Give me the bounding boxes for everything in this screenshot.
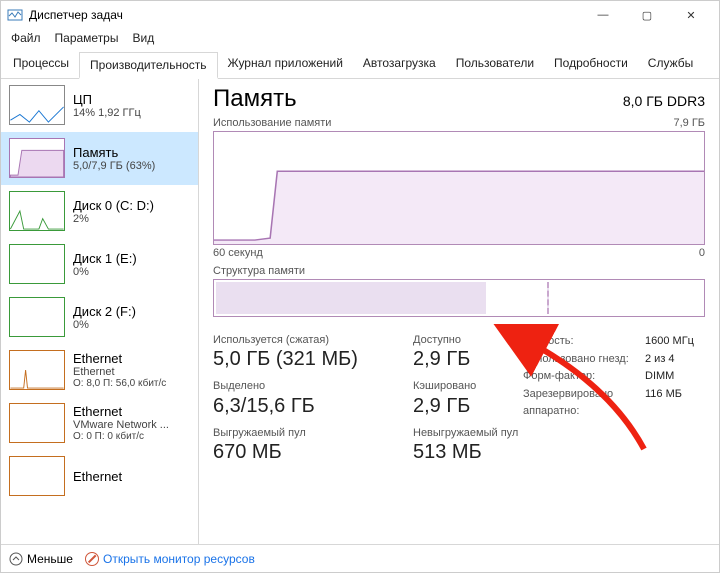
memory-composition-chart xyxy=(213,279,705,317)
cached-value: 2,9 ГБ xyxy=(413,395,523,418)
sidebar-item-label: Диск 1 (E:) xyxy=(73,251,137,266)
sidebar-item-disk2[interactable]: Диск 2 (F:)0% xyxy=(1,291,198,344)
hwreserved-label: Зарезервировано аппаратно: xyxy=(523,386,645,421)
sidebar-item-disk0[interactable]: Диск 0 (C: D:)2% xyxy=(1,185,198,238)
menu-params[interactable]: Параметры xyxy=(55,31,119,45)
hwreserved-value: 116 МБ xyxy=(645,386,705,421)
open-resource-monitor-link[interactable]: Открыть монитор ресурсов xyxy=(103,552,255,566)
perf-main: Память 8,0 ГБ DDR3 Использование памяти … xyxy=(199,79,719,544)
sidebar-item-memory[interactable]: Память5,0/7,9 ГБ (63%) xyxy=(1,132,198,185)
sidebar-item-cpu[interactable]: ЦП14% 1,92 ГГц xyxy=(1,79,198,132)
chevron-up-icon xyxy=(9,552,23,566)
avail-value: 2,9 ГБ xyxy=(413,348,523,371)
speed-label: Скорость: xyxy=(523,333,645,351)
sidebar-item-sub: 5,0/7,9 ГБ (63%) xyxy=(73,160,155,172)
tab-users[interactable]: Пользователи xyxy=(446,51,544,78)
window-maximize-button[interactable]: ▢ xyxy=(625,1,669,29)
tab-bar: Процессы Производительность Журнал прило… xyxy=(1,51,719,79)
menu-view[interactable]: Вид xyxy=(132,31,154,45)
xaxis-left: 60 секунд xyxy=(213,247,263,259)
sidebar-item-sub: VMware Network ... xyxy=(73,419,169,431)
sidebar-item-sub: 0% xyxy=(73,266,137,278)
window-minimize-button[interactable]: — xyxy=(581,1,625,29)
fewer-details-label: Меньше xyxy=(27,552,73,566)
nonpaged-value: 513 МБ xyxy=(413,441,523,464)
memory-spec: 8,0 ГБ DDR3 xyxy=(623,93,705,109)
formfactor-value: DIMM xyxy=(645,368,705,386)
commit-value: 6,3/15,6 ГБ xyxy=(213,395,413,418)
sidebar-item-label: Ethernet xyxy=(73,404,169,419)
usage-chart-max: 7,9 ГБ xyxy=(673,117,705,129)
paged-label: Выгружаемый пул xyxy=(213,426,413,441)
tab-startup[interactable]: Автозагрузка xyxy=(353,51,446,78)
inuse-label: Используется (сжатая) xyxy=(213,333,413,348)
sidebar-item-label: Память xyxy=(73,145,155,160)
struct-chart-label: Структура памяти xyxy=(213,265,705,277)
sidebar-item-label: Диск 0 (C: D:) xyxy=(73,198,154,213)
slots-value: 2 из 4 xyxy=(645,351,705,369)
sidebar-item-disk1[interactable]: Диск 1 (E:)0% xyxy=(1,238,198,291)
sidebar-item-sub: 2% xyxy=(73,213,154,225)
sidebar-item-ethernet3[interactable]: Ethernet xyxy=(1,450,198,503)
page-title: Память xyxy=(213,85,297,113)
sidebar-item-sub: Ethernet xyxy=(73,366,166,378)
cached-label: Кэшировано xyxy=(413,379,523,394)
avail-label: Доступно xyxy=(413,333,523,348)
sidebar-item-sub2: О: 0 П: 0 кбит/с xyxy=(73,431,169,442)
usage-chart-label: Использование памяти xyxy=(213,117,331,129)
sidebar-item-label: Ethernet xyxy=(73,351,166,366)
tab-details[interactable]: Подробности xyxy=(544,51,638,78)
sidebar-item-ethernet1[interactable]: EthernetEthernetО: 8,0 П: 56,0 кбит/с xyxy=(1,344,198,397)
sidebar-item-label: ЦП xyxy=(73,92,141,107)
window-title: Диспетчер задач xyxy=(29,8,581,22)
sidebar-item-label: Диск 2 (F:) xyxy=(73,304,136,319)
tab-performance[interactable]: Производительность xyxy=(79,52,217,79)
footer-bar: Меньше Открыть монитор ресурсов xyxy=(1,544,719,572)
paged-value: 670 МБ xyxy=(213,441,413,464)
fewer-details-button[interactable]: Меньше xyxy=(9,552,73,566)
tab-app-history[interactable]: Журнал приложений xyxy=(218,51,353,78)
sidebar-item-label: Ethernet xyxy=(73,469,122,484)
resource-monitor-icon xyxy=(85,552,99,566)
menu-bar: Файл Параметры Вид xyxy=(1,29,719,51)
tab-services[interactable]: Службы xyxy=(638,51,703,78)
app-icon xyxy=(7,7,23,23)
commit-label: Выделено xyxy=(213,379,413,394)
sidebar-item-sub: 14% 1,92 ГГц xyxy=(73,107,141,119)
nonpaged-label: Невыгружаемый пул xyxy=(413,426,523,441)
xaxis-right: 0 xyxy=(699,247,705,259)
sidebar-item-sub: 0% xyxy=(73,319,136,331)
slots-label: Использовано гнезд: xyxy=(523,351,645,369)
menu-file[interactable]: Файл xyxy=(11,31,41,45)
perf-sidebar: ЦП14% 1,92 ГГц Память5,0/7,9 ГБ (63%) Ди… xyxy=(1,79,199,544)
memory-usage-chart xyxy=(213,131,705,245)
sidebar-item-sub2: О: 8,0 П: 56,0 кбит/с xyxy=(73,378,166,389)
speed-value: 1600 МГц xyxy=(645,333,705,351)
titlebar: Диспетчер задач — ▢ ✕ xyxy=(1,1,719,29)
window-close-button[interactable]: ✕ xyxy=(669,1,713,29)
inuse-value: 5,0 ГБ (321 МБ) xyxy=(213,348,413,371)
sidebar-item-ethernet2[interactable]: EthernetVMware Network ...О: 0 П: 0 кбит… xyxy=(1,397,198,450)
formfactor-label: Форм-фактор: xyxy=(523,368,645,386)
tab-processes[interactable]: Процессы xyxy=(3,51,79,78)
